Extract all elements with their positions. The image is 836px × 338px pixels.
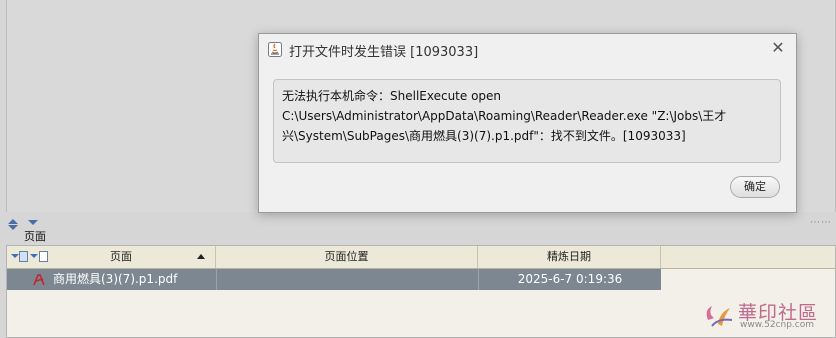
filter-dropdown-icon[interactable]	[11, 254, 19, 258]
watermark-url: www.52cnp.com	[740, 320, 815, 330]
dialog-titlebar[interactable]: 打开文件时发生错误 [1093033] ✕	[259, 34, 796, 64]
error-message-line: 无法执行本机命令：ShellExecute open	[282, 89, 502, 103]
ok-button[interactable]: 确定	[730, 176, 780, 198]
collapse-up-icon[interactable]	[8, 219, 18, 224]
cell-refine-date: 2025-6-7 0:19:36	[478, 269, 661, 290]
cell-page-location	[216, 269, 478, 290]
sort-ascending-icon[interactable]	[197, 254, 205, 259]
pane-title: 页面	[24, 230, 46, 243]
page-view-icon[interactable]	[19, 251, 28, 262]
java-app-icon	[268, 42, 282, 57]
filter-dropdown-icon[interactable]	[30, 254, 38, 258]
error-dialog: 打开文件时发生错误 [1093033] ✕ 无法执行本机命令：ShellExec…	[258, 33, 797, 213]
header-filter-icons[interactable]	[9, 249, 49, 265]
error-message-line: C:\Users\Administrator\AppData\Roaming\R…	[282, 109, 727, 123]
column-label-location: 页面位置	[324, 250, 369, 263]
collapse-down-icon[interactable]	[8, 225, 18, 230]
pane-menu-icon[interactable]	[28, 220, 38, 225]
table-row[interactable]: 商用燃具(3)(7).p1.pdf 2025-6-7 0:19:36	[7, 269, 661, 290]
column-label-page: 页面	[110, 250, 132, 263]
pdf-file-icon	[33, 274, 45, 286]
splitter-grip-icon[interactable]: ⋯⋯	[810, 217, 832, 228]
error-message-line: 兴\System\SubPages\商用燃具(3)(7).p1.pdf"：找不到…	[282, 129, 686, 143]
column-header-date[interactable]: 精炼日期	[478, 246, 661, 268]
column-header-location[interactable]: 页面位置	[216, 246, 478, 268]
table-header: 页面 页面位置 精炼日期	[7, 246, 835, 269]
document-icon[interactable]	[39, 251, 48, 262]
close-icon[interactable]: ✕	[770, 40, 786, 56]
dialog-title: 打开文件时发生错误 [1093033]	[289, 45, 479, 60]
column-header-page[interactable]: 页面	[7, 246, 216, 268]
error-message-box: 无法执行本机命令：ShellExecute open C:\Users\Admi…	[273, 79, 781, 163]
column-label-date: 精炼日期	[547, 250, 591, 263]
watermark: 華印社區 www.52cnp.com	[698, 296, 828, 332]
watermark-logo-icon	[706, 306, 733, 327]
cell-page-name: 商用燃具(3)(7).p1.pdf	[53, 272, 178, 286]
